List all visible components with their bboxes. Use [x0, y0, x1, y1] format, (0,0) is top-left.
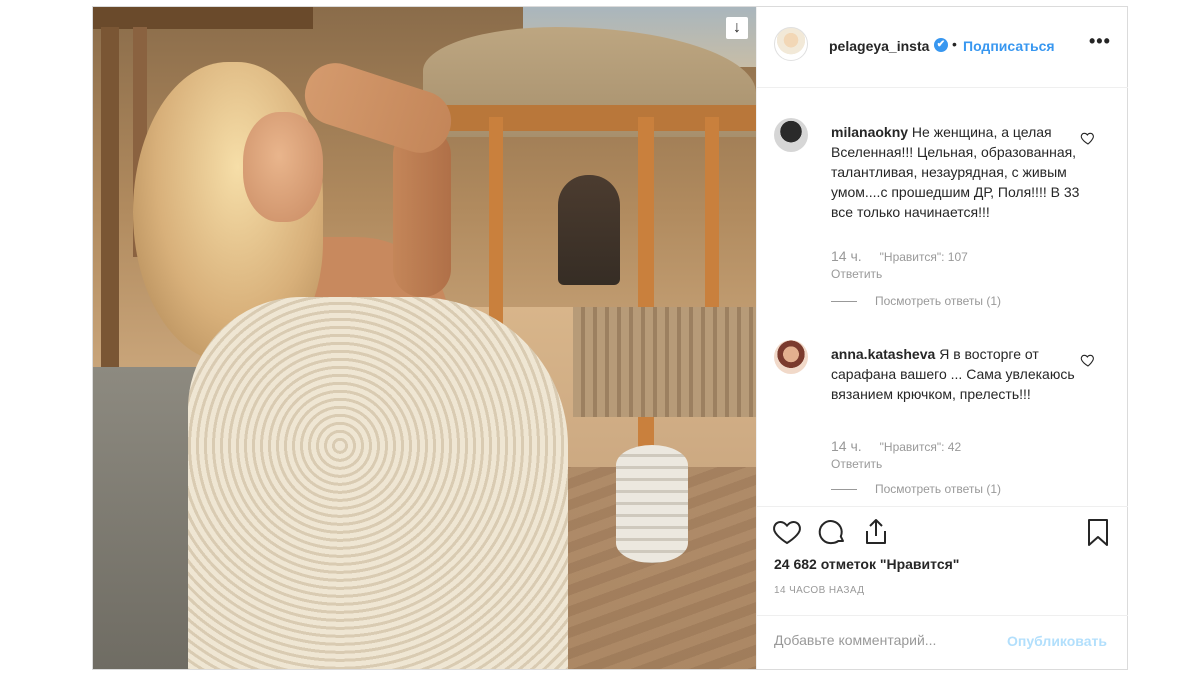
- commenter-username[interactable]: milanaokny: [831, 124, 908, 140]
- instagram-post: ↓ pelageya_insta ✔ • Подписаться ••• mil…: [92, 6, 1128, 670]
- comment-icon[interactable]: [817, 517, 847, 547]
- more-options-icon[interactable]: •••: [1089, 31, 1111, 52]
- view-replies-label: Посмотреть ответы (1): [875, 294, 1002, 308]
- add-comment-bar: Опубликовать: [757, 615, 1128, 670]
- comment-meta: 14 ч. "Нравится": 42: [831, 438, 961, 454]
- comment-likes[interactable]: "Нравится": 107: [880, 250, 968, 264]
- photo-bench: [573, 307, 756, 417]
- commenter-username[interactable]: anna.katasheva: [831, 346, 935, 362]
- post-header: pelageya_insta ✔ • Подписаться •••: [757, 7, 1128, 88]
- commenter-avatar[interactable]: [774, 118, 808, 152]
- photo-woman-dress: [188, 297, 568, 669]
- photo-background-person: [558, 175, 620, 285]
- comment-body: anna.katasheva Я в восторге от сарафана …: [831, 344, 1081, 404]
- photo-lantern: [616, 445, 688, 563]
- post-photo[interactable]: ↓: [93, 7, 756, 669]
- comment-likes[interactable]: "Нравится": 42: [880, 440, 962, 454]
- share-icon[interactable]: [861, 517, 891, 547]
- author-username[interactable]: pelageya_insta: [829, 38, 929, 54]
- comment-like-icon[interactable]: [1080, 130, 1096, 146]
- comments-list: milanaokny Не женщина, а целая Вселенная…: [757, 88, 1128, 506]
- bookmark-icon[interactable]: [1083, 517, 1113, 547]
- comment-input[interactable]: [774, 632, 1014, 648]
- replies-divider: [831, 301, 857, 303]
- photo-woman-face: [243, 112, 323, 222]
- comment-time[interactable]: 14 ч.: [831, 248, 862, 264]
- commenter-avatar[interactable]: [774, 340, 808, 374]
- comment-like-icon[interactable]: [1080, 352, 1096, 368]
- comment-body: milanaokny Не женщина, а целая Вселенная…: [831, 122, 1081, 222]
- post-timestamp[interactable]: 14 ЧАСОВ НАЗАД: [774, 585, 864, 596]
- separator-dot: •: [952, 36, 957, 52]
- replies-divider: [831, 489, 857, 491]
- verified-icon: ✔: [934, 38, 948, 52]
- heart-icon[interactable]: [772, 517, 802, 547]
- reply-button[interactable]: Ответить: [831, 457, 882, 471]
- author-avatar[interactable]: [774, 27, 808, 61]
- photo-post: [489, 117, 503, 327]
- comment-time[interactable]: 14 ч.: [831, 438, 862, 454]
- download-icon[interactable]: ↓: [726, 17, 748, 39]
- publish-button[interactable]: Опубликовать: [1007, 633, 1107, 649]
- action-bar: [757, 506, 1128, 559]
- view-replies-button[interactable]: Посмотреть ответы (1): [831, 294, 1001, 308]
- post-sidebar: pelageya_insta ✔ • Подписаться ••• milan…: [756, 7, 1128, 669]
- photo-roof-left: [93, 7, 313, 29]
- view-replies-label: Посмотреть ответы (1): [875, 482, 1002, 496]
- comment-meta: 14 ч. "Нравится": 107: [831, 248, 968, 264]
- reply-button[interactable]: Ответить: [831, 267, 882, 281]
- view-replies-button[interactable]: Посмотреть ответы (1): [831, 482, 1001, 496]
- likes-count[interactable]: 24 682 отметок "Нравится": [774, 556, 959, 572]
- follow-button[interactable]: Подписаться: [963, 38, 1055, 54]
